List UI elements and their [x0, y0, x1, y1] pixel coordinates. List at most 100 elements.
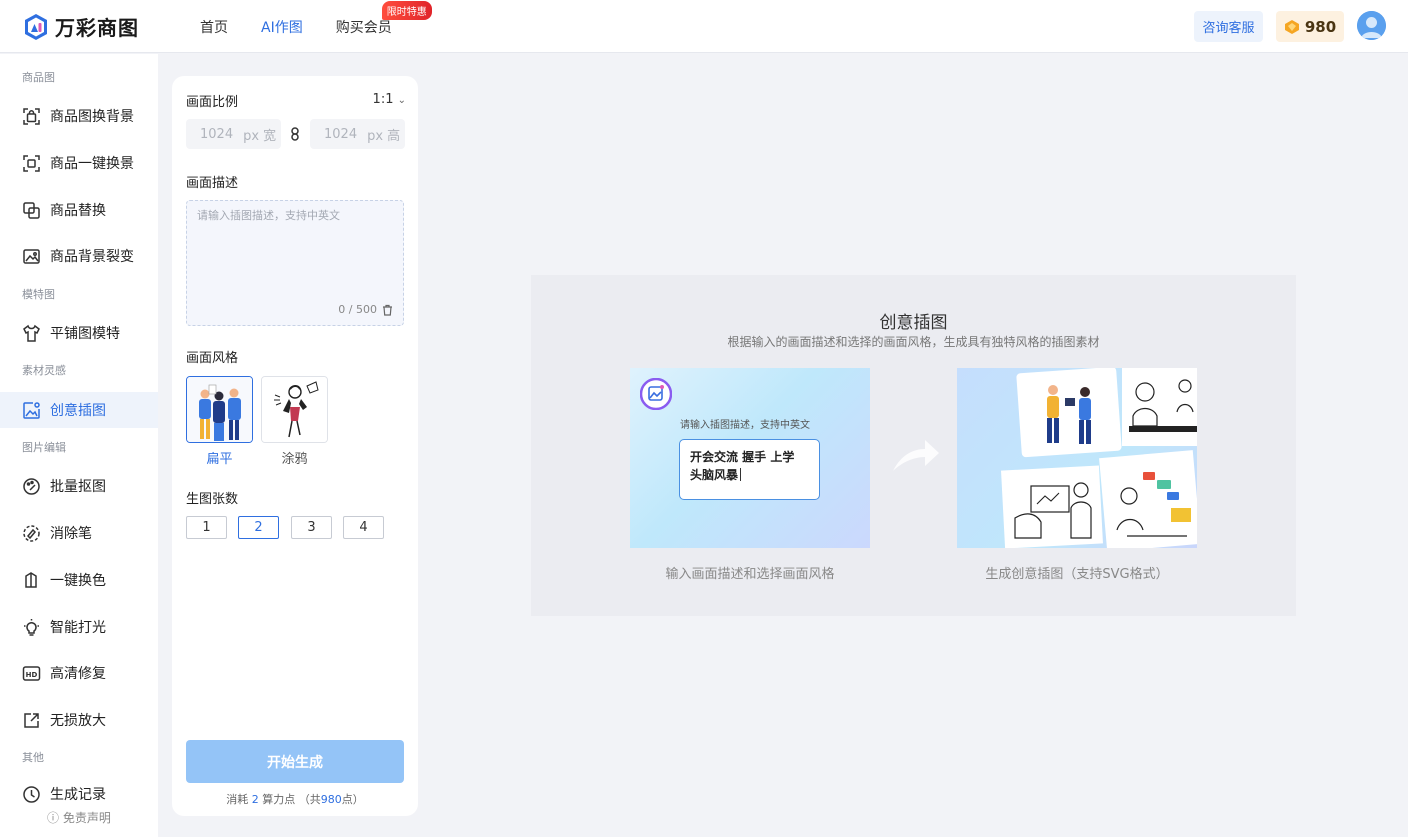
points-balance[interactable]: 980	[1276, 11, 1344, 42]
sidebar-item-recolor[interactable]: 一键换色	[0, 562, 158, 598]
cost-total-suffix: 点）	[341, 793, 364, 806]
nav-membership[interactable]: 购买会员 限时特惠	[335, 0, 432, 37]
sidebar-item-product-scene[interactable]: 商品一键换景	[0, 145, 158, 181]
swap-frame-icon	[23, 201, 40, 219]
cost-total-prefix: （共	[298, 793, 321, 806]
sidebar-item-bg-split[interactable]: 商品背景裂变	[0, 238, 158, 274]
logo-icon	[25, 13, 47, 40]
bag-frame-icon	[23, 107, 40, 125]
description-textarea[interactable]: 请输入插图描述，支持中英文 0 / 500	[186, 200, 404, 326]
settings-panel: 画面比例 1:1 ⌄ 1024 px 宽 1024 px 高 画面描述 请输入插…	[172, 76, 418, 816]
demo-input-box: 开会交流 握手 上学 头脑风暴	[679, 439, 820, 500]
output-illustrations	[1001, 368, 1197, 548]
consult-service-button[interactable]: 咨询客服	[1194, 11, 1263, 42]
top-header: 万彩商图 首页 AI作图 购买会员 限时特惠 咨询客服 980	[0, 0, 1408, 53]
sidebar-item-history[interactable]: 生成记录	[0, 776, 158, 812]
sidebar-item-label: 无损放大	[50, 713, 106, 729]
desc-label: 画面描述	[186, 176, 239, 191]
sidebar-item-label: 智能打光	[50, 620, 106, 636]
demo-line-1: 开会交流 握手 上学	[690, 450, 795, 464]
cost-prefix: 消耗	[226, 793, 249, 806]
diamond-coin-icon	[1284, 19, 1299, 34]
clock-icon	[23, 785, 40, 803]
sidebar-item-batch-cutout[interactable]: 批量抠图	[0, 468, 158, 504]
section-label-other: 其他	[22, 751, 44, 764]
generate-button[interactable]: 开始生成	[186, 740, 404, 783]
intro-title: 创意插图	[879, 313, 948, 333]
trash-icon[interactable]	[382, 304, 393, 316]
disclaimer-link[interactable]: ⓘ 免责声明	[47, 809, 111, 826]
bulb-icon	[24, 618, 39, 636]
flat-style-thumbnail	[187, 377, 252, 442]
logo-text: 万彩商图	[55, 16, 139, 40]
promo-badge: 限时特惠	[381, 0, 432, 20]
arrow-right-icon	[893, 440, 939, 471]
desc-placeholder: 请输入插图描述，支持中英文	[197, 209, 340, 222]
creative-image-icon	[23, 401, 40, 419]
nav-home[interactable]: 首页	[200, 17, 228, 37]
link-lock-icon[interactable]	[289, 127, 301, 141]
sidebar-item-label: 批量抠图	[50, 479, 106, 495]
sidebar-item-label: 商品背景裂变	[50, 249, 134, 265]
sidebar-item-label: 平铺图模特	[50, 326, 120, 342]
height-value: 1024	[324, 126, 358, 142]
ratio-select[interactable]: 1:1 ⌄	[373, 92, 406, 107]
logo[interactable]: 万彩商图	[23, 12, 139, 41]
sidebar-item-hd-restore[interactable]: HD 高清修复	[0, 655, 158, 691]
sidebar-item-label: 消除笔	[50, 526, 92, 542]
style-card-doodle[interactable]	[261, 376, 328, 443]
sidebar-item-label: 商品图换背景	[50, 109, 134, 125]
scan-frame-icon	[23, 154, 40, 172]
feature-intro-card: 创意插图 根据输入的画面描述和选择的画面风格，生成具有独特风格的插图素材 请输入…	[531, 275, 1296, 616]
width-input[interactable]: 1024 px 宽	[186, 119, 281, 149]
nav-ai-draw[interactable]: AI作图	[261, 17, 303, 37]
style-card-flat[interactable]	[186, 376, 253, 443]
shirt-icon	[23, 324, 40, 342]
sidebar-item-product-bg[interactable]: 商品图换背景	[0, 98, 158, 134]
sidebar-item-flat-model[interactable]: 平铺图模特	[0, 315, 158, 351]
sidebar-item-creative-illustration[interactable]: 创意插图	[0, 392, 158, 428]
sidebar-item-label: 商品一键换景	[50, 156, 134, 172]
count-option-1[interactable]: 1	[186, 516, 227, 539]
user-avatar-icon	[1357, 11, 1386, 40]
section-label-product: 商品图	[22, 71, 55, 84]
image-split-icon	[23, 248, 40, 264]
section-label-image-edit: 图片编辑	[22, 441, 66, 454]
eraser-circle-icon	[23, 524, 40, 542]
doodle-style-thumbnail	[262, 377, 327, 442]
style-name-doodle: 涂鸦	[281, 452, 308, 467]
chevron-down-icon: ⌄	[397, 95, 406, 106]
ratio-value: 1:1	[372, 92, 394, 107]
demo-output-preview	[957, 368, 1197, 548]
left-sidebar: 商品图 商品图换背景 商品一键换景 商品替换 商品背景裂变 模特图 平铺图模特 …	[0, 54, 158, 837]
count-option-2[interactable]: 2	[238, 516, 279, 539]
section-label-model: 模特图	[22, 288, 55, 301]
sidebar-item-eraser[interactable]: 消除笔	[0, 515, 158, 551]
count-option-3[interactable]: 3	[291, 516, 332, 539]
ratio-label: 画面比例	[186, 95, 239, 110]
cost-unit: 算力点	[262, 793, 296, 806]
user-avatar[interactable]	[1357, 11, 1386, 40]
sidebar-item-lossless-upscale[interactable]: 无损放大	[0, 702, 158, 738]
svg-text:HD: HD	[26, 671, 38, 679]
main-nav: 首页 AI作图 购买会员 限时特惠	[200, 0, 432, 53]
width-unit: px 宽	[243, 128, 277, 144]
sidebar-item-label: 商品替换	[50, 203, 106, 219]
char-count: 0 / 500	[338, 303, 377, 316]
creative-image-badge-icon	[640, 378, 672, 410]
sidebar-item-label: 生成记录	[50, 787, 106, 803]
sidebar-item-label: 高清修复	[50, 666, 106, 682]
cost-info: 消耗 2 算力点 （共980点）	[172, 791, 418, 807]
count-option-4[interactable]: 4	[343, 516, 384, 539]
caption-left: 输入画面描述和选择画面风格	[665, 567, 835, 582]
nav-membership-label: 购买会员	[335, 19, 392, 36]
palette-icon	[23, 477, 40, 495]
hd-icon: HD	[22, 665, 41, 681]
sidebar-item-product-replace[interactable]: 商品替换	[0, 192, 158, 228]
expand-icon	[24, 712, 39, 728]
demo-input-preview: 请输入插图描述，支持中英文 开会交流 握手 上学 头脑风暴	[630, 368, 870, 548]
height-input[interactable]: 1024 px 高	[310, 119, 405, 149]
width-value: 1024	[200, 126, 234, 142]
cost-value: 2	[251, 793, 259, 806]
sidebar-item-smart-lighting[interactable]: 智能打光	[0, 609, 158, 645]
